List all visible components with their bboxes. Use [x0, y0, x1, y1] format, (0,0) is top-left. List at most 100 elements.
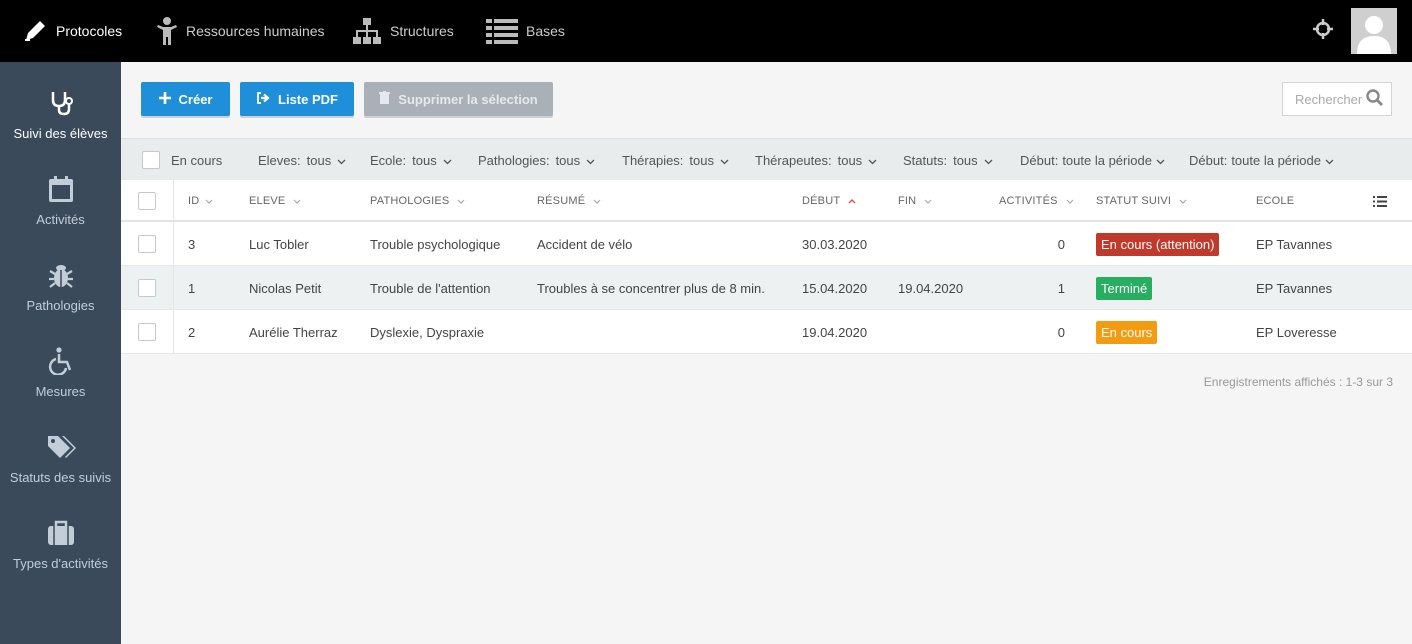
filter-pathologies[interactable]: Pathologies: tous: [478, 139, 595, 181]
column-divider: [173, 266, 174, 309]
chevron-down-icon: [1325, 153, 1334, 168]
trash-icon: [379, 91, 391, 107]
topnav-protocoles[interactable]: Protocoles: [22, 0, 122, 62]
col-header-label: ELEVE: [249, 195, 286, 207]
cell-debut: 15.04.2020: [802, 280, 868, 296]
topnav-bases[interactable]: Bases: [486, 0, 565, 62]
topnav-label: Bases: [526, 23, 565, 39]
table-row[interactable]: 3 Luc Tobler Trouble psychologique Accid…: [121, 222, 1412, 266]
list-icon: [486, 18, 518, 44]
row-checkbox[interactable]: [138, 235, 156, 253]
tags-icon: [46, 432, 76, 462]
row-checkbox[interactable]: [138, 323, 156, 341]
filter-value: tous: [837, 152, 863, 168]
col-header-activites[interactable]: ACTIVITÉS: [999, 180, 1074, 222]
sidebar-item-label: Pathologies: [26, 298, 95, 313]
toolbar: Créer Liste PDF Supprimer la sélection: [141, 82, 553, 116]
cell-eleve: Nicolas Petit: [249, 280, 322, 296]
chevron-down-icon: [443, 153, 452, 168]
sidebar-item-label: Types d'activités: [13, 556, 108, 571]
cell-statut: En cours (attention): [1096, 222, 1220, 266]
sidebar-item-types-d-activites[interactable]: Types d'activités: [0, 492, 121, 578]
col-header-debut[interactable]: DÉBUT: [802, 180, 856, 222]
col-header-id[interactable]: ID: [188, 180, 213, 222]
filter-eleves[interactable]: Eleves: tous: [258, 139, 346, 181]
search-input[interactable]: Rechercher: [1282, 82, 1392, 116]
col-header-resume[interactable]: RÉSUMÉ: [537, 180, 601, 222]
column-divider: [173, 310, 174, 353]
sidebar-item-label: Mesures: [35, 384, 86, 399]
row-checkbox-cell: [138, 310, 156, 354]
sort-ascending-icon: [848, 195, 856, 207]
col-header-label: ACTIVITÉS: [999, 195, 1058, 207]
sidebar-item-mesures[interactable]: Mesures: [0, 320, 121, 406]
filter-value: tous: [555, 152, 581, 168]
cell-ecole: EP Tavannes: [1256, 236, 1333, 252]
table-header: ID ELEVE PATHOLOGIES RÉSUMÉ DÉBUT FIN AC…: [121, 180, 1412, 222]
filter-debut-2[interactable]: Début: toute la période: [1189, 139, 1334, 181]
filter-label: Thérapeutes:: [755, 152, 832, 168]
filter-label: Début:: [1020, 152, 1059, 168]
status-badge: En cours: [1096, 320, 1158, 344]
col-header-ecole[interactable]: ECOLE: [1256, 180, 1294, 222]
cell-debut: 30.03.2020: [802, 236, 868, 252]
filter-label: Ecole:: [370, 152, 407, 168]
col-header-statut-suivi[interactable]: STATUT SUIVI: [1096, 180, 1187, 222]
cell-statut: Terminé: [1096, 266, 1153, 310]
delete-selection-button[interactable]: Supprimer la sélection: [364, 82, 553, 116]
en-cours-checkbox[interactable]: [142, 151, 160, 169]
bug-icon: [48, 260, 74, 290]
delete-selection-label: Supprimer la sélection: [398, 91, 538, 107]
filter-therapies[interactable]: Thérapies: tous: [622, 139, 729, 181]
filter-value: tous: [412, 152, 437, 168]
main-content: Créer Liste PDF Supprimer la sélection R…: [121, 62, 1412, 644]
search-placeholder: Rechercher: [1295, 91, 1363, 107]
row-checkbox-cell: [138, 266, 156, 310]
crosshair-icon[interactable]: [1313, 18, 1333, 44]
col-header-pathologies[interactable]: PATHOLOGIES: [370, 180, 465, 222]
sidebar-item-pathologies[interactable]: Pathologies: [0, 234, 121, 320]
col-header-fin[interactable]: FIN: [898, 180, 932, 222]
filter-label: Eleves:: [258, 152, 301, 168]
col-header-label: STATUT SUIVI: [1096, 195, 1172, 207]
cell-activites: 0: [1057, 236, 1065, 252]
row-checkbox[interactable]: [138, 279, 156, 297]
en-cours-label: En cours: [171, 152, 223, 168]
filter-value: tous: [953, 152, 978, 168]
col-header-eleve[interactable]: ELEVE: [249, 180, 301, 222]
filter-statuts[interactable]: Statuts: tous: [903, 139, 993, 181]
filter-label: Début:: [1189, 152, 1228, 168]
column-divider: [173, 222, 174, 265]
pdf-list-button[interactable]: Liste PDF: [240, 82, 354, 116]
sidebar-item-statuts-des-suivis[interactable]: Statuts des suivis: [0, 406, 121, 492]
search-icon: [1366, 89, 1391, 109]
sidebar-item-label: Activités: [36, 212, 85, 227]
topnav-structures[interactable]: Structures: [352, 0, 454, 62]
sidebar-item-activites[interactable]: Activités: [0, 148, 121, 234]
topnav-label: Ressources humaines: [186, 23, 325, 39]
cell-ecole: EP Loveresse: [1256, 324, 1337, 340]
column-chooser-icon[interactable]: [1373, 180, 1387, 222]
cell-fin: 19.04.2020: [898, 280, 964, 296]
column-divider: [173, 180, 174, 220]
avatar[interactable]: [1351, 8, 1397, 54]
cell-activites: 1: [1057, 280, 1065, 296]
sidebar-item-suivi-des-eleves[interactable]: Suivi des élèves: [0, 62, 121, 148]
filter-value: toute la période: [1231, 152, 1321, 168]
topnav-ressources-humaines[interactable]: Ressources humaines: [156, 0, 325, 62]
cell-eleve: Aurélie Therraz: [249, 324, 338, 340]
cell-debut: 19.04.2020: [802, 324, 868, 340]
cell-id: 1: [188, 280, 196, 296]
cell-pathologies: Dyslexie, Dyspraxie: [370, 324, 485, 340]
table-row[interactable]: 1 Nicolas Petit Trouble de l'attention T…: [121, 266, 1412, 310]
filter-ecole[interactable]: Ecole: tous: [370, 139, 452, 181]
top-navbar: Protocoles Ressources humaines Structure…: [0, 0, 1412, 62]
create-button[interactable]: Créer: [141, 82, 230, 116]
table-row[interactable]: 2 Aurélie Therraz Dyslexie, Dyspraxie 19…: [121, 310, 1412, 354]
chevron-down-icon: [586, 153, 595, 168]
filter-therapeutes[interactable]: Thérapeutes: tous: [755, 139, 877, 181]
col-header-label: FIN: [898, 195, 917, 207]
filter-en-cours[interactable]: En cours: [142, 139, 222, 181]
select-all-checkbox[interactable]: [138, 192, 156, 210]
filter-debut[interactable]: Début: toute la période: [1020, 139, 1165, 181]
